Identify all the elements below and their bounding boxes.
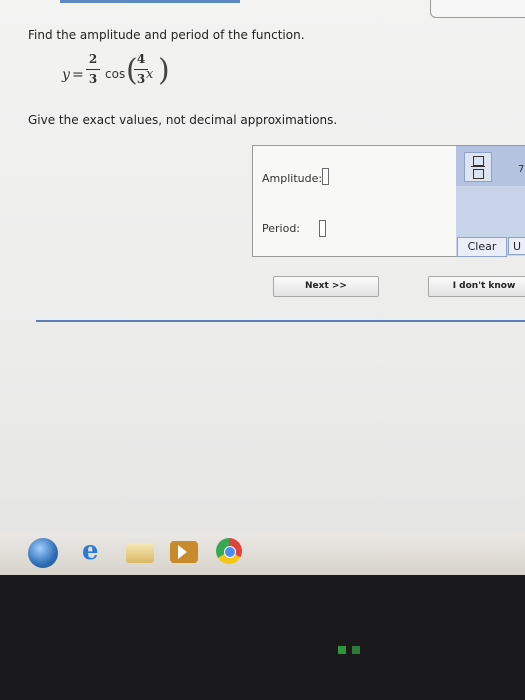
fraction-line-icon bbox=[471, 166, 485, 167]
answer-box: Amplitude: Period: bbox=[252, 145, 457, 257]
question-prompt: Find the amplitude and period of the fun… bbox=[28, 28, 305, 42]
internet-explorer-icon[interactable]: e bbox=[82, 538, 110, 564]
equation-lhs: y bbox=[62, 67, 70, 83]
equation-equals: = bbox=[72, 67, 84, 83]
windows-start-icon[interactable] bbox=[28, 538, 58, 568]
chrome-center-icon bbox=[224, 546, 236, 558]
close-paren: ) bbox=[158, 53, 170, 88]
play-icon bbox=[178, 545, 187, 559]
function-name: cos bbox=[105, 67, 126, 81]
chrome-icon[interactable] bbox=[216, 538, 242, 564]
dont-know-button[interactable]: I don't know bbox=[428, 276, 525, 297]
screen: Find the amplitude and period of the fun… bbox=[0, 0, 525, 575]
denominator-box-icon bbox=[473, 169, 484, 179]
brand-dot-icon bbox=[352, 646, 360, 654]
brand-dot-icon bbox=[338, 646, 346, 654]
monitor-brand-mark bbox=[338, 646, 368, 656]
period-label: Period: bbox=[262, 222, 301, 235]
coefficient-numerator: 2 bbox=[88, 52, 98, 66]
next-button[interactable]: Next >> bbox=[273, 276, 379, 297]
palette-cut-glyph[interactable]: 7 bbox=[518, 164, 524, 175]
equation-variable: x bbox=[146, 67, 154, 82]
coefficient-denominator: 3 bbox=[88, 72, 98, 86]
instruction-text: Give the exact values, not decimal appro… bbox=[28, 113, 338, 127]
top-accent-bar bbox=[60, 0, 240, 3]
fraction-bar bbox=[86, 69, 100, 70]
numerator-box-icon bbox=[473, 156, 484, 166]
coefficient-fraction: 2 3 bbox=[86, 52, 100, 87]
undo-button[interactable]: U bbox=[508, 237, 525, 255]
clear-button[interactable]: Clear bbox=[457, 237, 507, 257]
period-input[interactable] bbox=[319, 220, 326, 237]
media-player-icon[interactable] bbox=[170, 541, 198, 563]
top-panel-edge bbox=[430, 0, 525, 18]
windows-taskbar bbox=[0, 533, 525, 575]
file-explorer-icon[interactable] bbox=[126, 543, 154, 563]
section-divider bbox=[36, 320, 525, 322]
argument-numerator: 4 bbox=[136, 52, 146, 66]
fraction-template-icon[interactable] bbox=[464, 152, 492, 182]
amplitude-input[interactable] bbox=[322, 168, 329, 185]
amplitude-label: Amplitude: bbox=[262, 172, 323, 185]
